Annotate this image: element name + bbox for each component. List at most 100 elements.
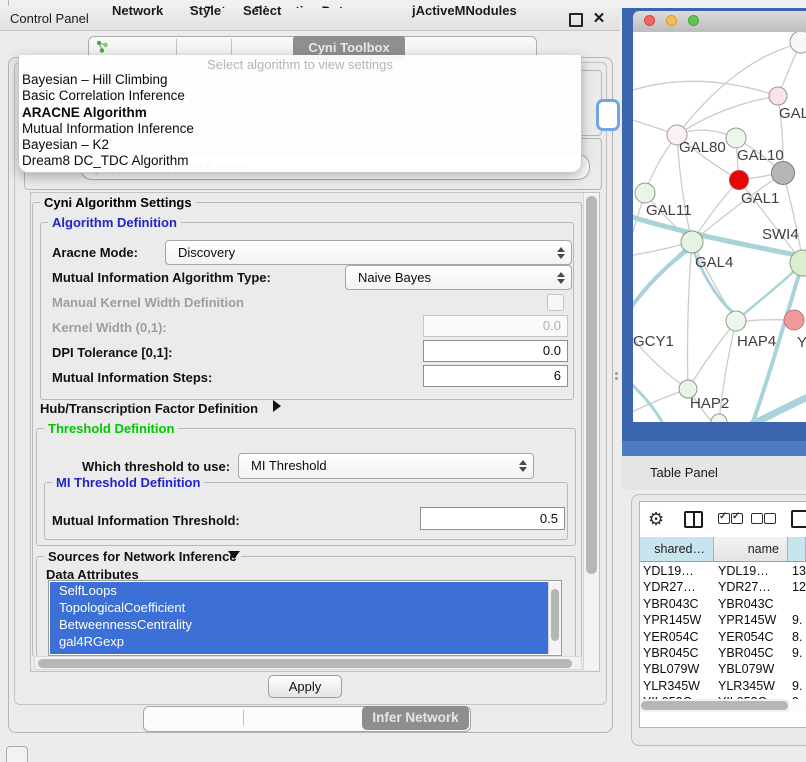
- list-item[interactable]: gal4RGexp: [50, 633, 548, 650]
- select-all-checkbox-icon[interactable]: [731, 513, 743, 524]
- network-window-titlebar[interactable]: [633, 11, 806, 33]
- node-gal1[interactable]: [730, 171, 749, 190]
- gear-icon[interactable]: ⚙: [648, 510, 664, 528]
- zoom-traffic-light-icon[interactable]: [688, 15, 699, 26]
- table-hscrollbar[interactable]: [640, 699, 806, 712]
- which-threshold-combo[interactable]: MI Threshold: [238, 453, 534, 479]
- panel-resize-handle[interactable]: [615, 377, 618, 380]
- collapse-down-icon[interactable]: [228, 551, 240, 559]
- table-row[interactable]: YBR045C YBR045C 9.: [640, 645, 806, 661]
- network-frame-strip: [622, 441, 806, 456]
- collapsed-panel-button[interactable]: [6, 746, 28, 762]
- table-row[interactable]: YLR345W YLR345W 9.: [640, 678, 806, 694]
- cell: YPR145W: [718, 612, 776, 628]
- cell: YER054C: [643, 629, 699, 645]
- cell: YLR345W: [718, 678, 775, 694]
- manual-kernel-width-label: Manual Kernel Width Definition: [52, 295, 244, 310]
- kernel-width-input[interactable]: 0.0: [423, 315, 568, 337]
- control-panel-title: Control Panel: [10, 8, 89, 30]
- popup-item-selected[interactable]: ARACNE Algorithm: [22, 105, 578, 121]
- algorithm-definition-title: Algorithm Definition: [48, 216, 181, 229]
- close-icon[interactable]: [590, 8, 608, 30]
- focused-combo-edge[interactable]: [596, 99, 620, 131]
- settings-hscrollbar-thumb[interactable]: [38, 659, 572, 668]
- cell: 8.: [792, 629, 802, 645]
- popup-item[interactable]: Basic Correlation Inference: [22, 88, 578, 104]
- tab-network[interactable]: Network: [112, 0, 163, 22]
- dpi-tolerance-input[interactable]: 0.0: [423, 340, 568, 362]
- split-columns-icon[interactable]: [684, 511, 703, 528]
- column-header-shared-name[interactable]: shared…: [640, 537, 714, 562]
- table-hscrollbar-thumb[interactable]: [641, 701, 788, 710]
- popup-item[interactable]: Dream8 DC_TDC Algorithm: [22, 153, 578, 169]
- column-header-name[interactable]: name: [714, 537, 788, 562]
- aracne-mode-label: Aracne Mode:: [52, 245, 138, 260]
- deselect-all-checkbox-icon[interactable]: [764, 513, 776, 524]
- top-divider-tick: [8, 0, 9, 6]
- node-gal7[interactable]: [769, 87, 787, 105]
- kernel-width-label: Kernel Width (0,1):: [52, 320, 167, 335]
- float-window-icon[interactable]: [569, 13, 583, 27]
- tab-select[interactable]: Select: [243, 0, 281, 22]
- mi-algorithm-type-combo[interactable]: Naive Bayes: [345, 265, 572, 290]
- table-row[interactable]: YER054C YER054C 8.: [640, 629, 806, 645]
- select-all-checkbox-icon[interactable]: [718, 513, 730, 524]
- column-header-clipped[interactable]: [788, 537, 806, 562]
- minimize-traffic-light-icon[interactable]: [666, 15, 677, 26]
- table-row[interactable]: YBL079W YBL079W: [640, 661, 806, 677]
- settings-hscrollbar[interactable]: [34, 656, 582, 670]
- network-highlight-edges: [633, 212, 806, 422]
- popup-placeholder: Select algorithm to view settings: [19, 57, 581, 72]
- panel-resize-handle[interactable]: [615, 372, 618, 375]
- screen: Control Panel Network Style Select Cyni …: [0, 0, 806, 762]
- list-item[interactable]: BetweennessCentrality: [50, 616, 548, 633]
- dpi-tolerance-label: DPI Tolerance [0,1]:: [52, 345, 172, 360]
- popup-item[interactable]: Mutual Information Inference: [22, 121, 578, 137]
- manual-kernel-width-checkbox[interactable]: [547, 294, 564, 311]
- node-gal10[interactable]: [726, 128, 746, 148]
- node-hap4[interactable]: [726, 311, 746, 331]
- mi-algorithm-type-label: Mutual Information Algorithm Type:: [52, 270, 271, 285]
- cyni-algorithm-settings-title: Cyni Algorithm Settings: [40, 196, 196, 209]
- node[interactable]: [790, 32, 806, 53]
- node-salmon[interactable]: [784, 310, 804, 330]
- table-row[interactable]: YDR27… YDR27… 12: [640, 579, 806, 595]
- list-scrollbar-thumb[interactable]: [551, 589, 559, 641]
- table-row[interactable]: YBR043C YBR043C: [640, 596, 806, 612]
- cell: YBR043C: [718, 596, 774, 612]
- expand-right-icon[interactable]: [273, 400, 281, 412]
- tab-style[interactable]: Style: [190, 0, 221, 22]
- list-item[interactable]: TopologicalCoefficient: [50, 599, 548, 616]
- mi-steps-input[interactable]: 6: [423, 365, 568, 387]
- tab-jactivemnodules[interactable]: jActiveMNodules: [412, 0, 517, 22]
- cell: 13: [792, 563, 806, 579]
- node[interactable]: [711, 414, 727, 422]
- list-scrollbar[interactable]: [548, 582, 561, 654]
- settings-vscrollbar-thumb[interactable]: [586, 196, 597, 574]
- table-panel-title: Table Panel: [650, 456, 718, 490]
- table-row[interactable]: YDL19… YDL19… 13: [640, 563, 806, 579]
- node-gal4[interactable]: [681, 231, 703, 253]
- tab-infer-network[interactable]: Infer Network: [362, 706, 469, 730]
- table-row[interactable]: YPR145W YPR145W 9.: [640, 612, 806, 628]
- close-traffic-light-icon[interactable]: [644, 15, 655, 26]
- cell: YPR145W: [643, 612, 701, 628]
- node-gal11[interactable]: [635, 183, 655, 203]
- mi-threshold-input[interactable]: 0.5: [420, 507, 565, 530]
- network-view[interactable]: GAL7 GAL80 GAL10 GAL1 SWI4 GAL11 GAL4 GC…: [633, 32, 806, 422]
- list-item[interactable]: SelfLoops: [50, 582, 548, 599]
- deselect-all-checkbox-icon[interactable]: [751, 513, 763, 524]
- apply-button[interactable]: Apply: [268, 675, 342, 698]
- settings-vscrollbar[interactable]: [583, 193, 599, 670]
- popup-item[interactable]: Bayesian – K2: [22, 137, 578, 153]
- cell: 9.: [792, 612, 802, 628]
- popup-item[interactable]: Bayesian – Hill Climbing: [22, 72, 578, 88]
- combo-spinner-icon: [556, 272, 564, 284]
- data-attributes-list[interactable]: SelfLoops TopologicalCoefficient Between…: [48, 580, 562, 656]
- node-gray[interactable]: [772, 162, 795, 185]
- network-tab-icon: [96, 40, 109, 53]
- table-function-icon[interactable]: [791, 510, 806, 528]
- aracne-mode-combo[interactable]: Discovery: [165, 240, 572, 265]
- cell: YDR27…: [643, 579, 696, 595]
- table-body[interactable]: YDL19… YDL19… 13 YDR27… YDR27… 12 YBR043…: [640, 563, 806, 699]
